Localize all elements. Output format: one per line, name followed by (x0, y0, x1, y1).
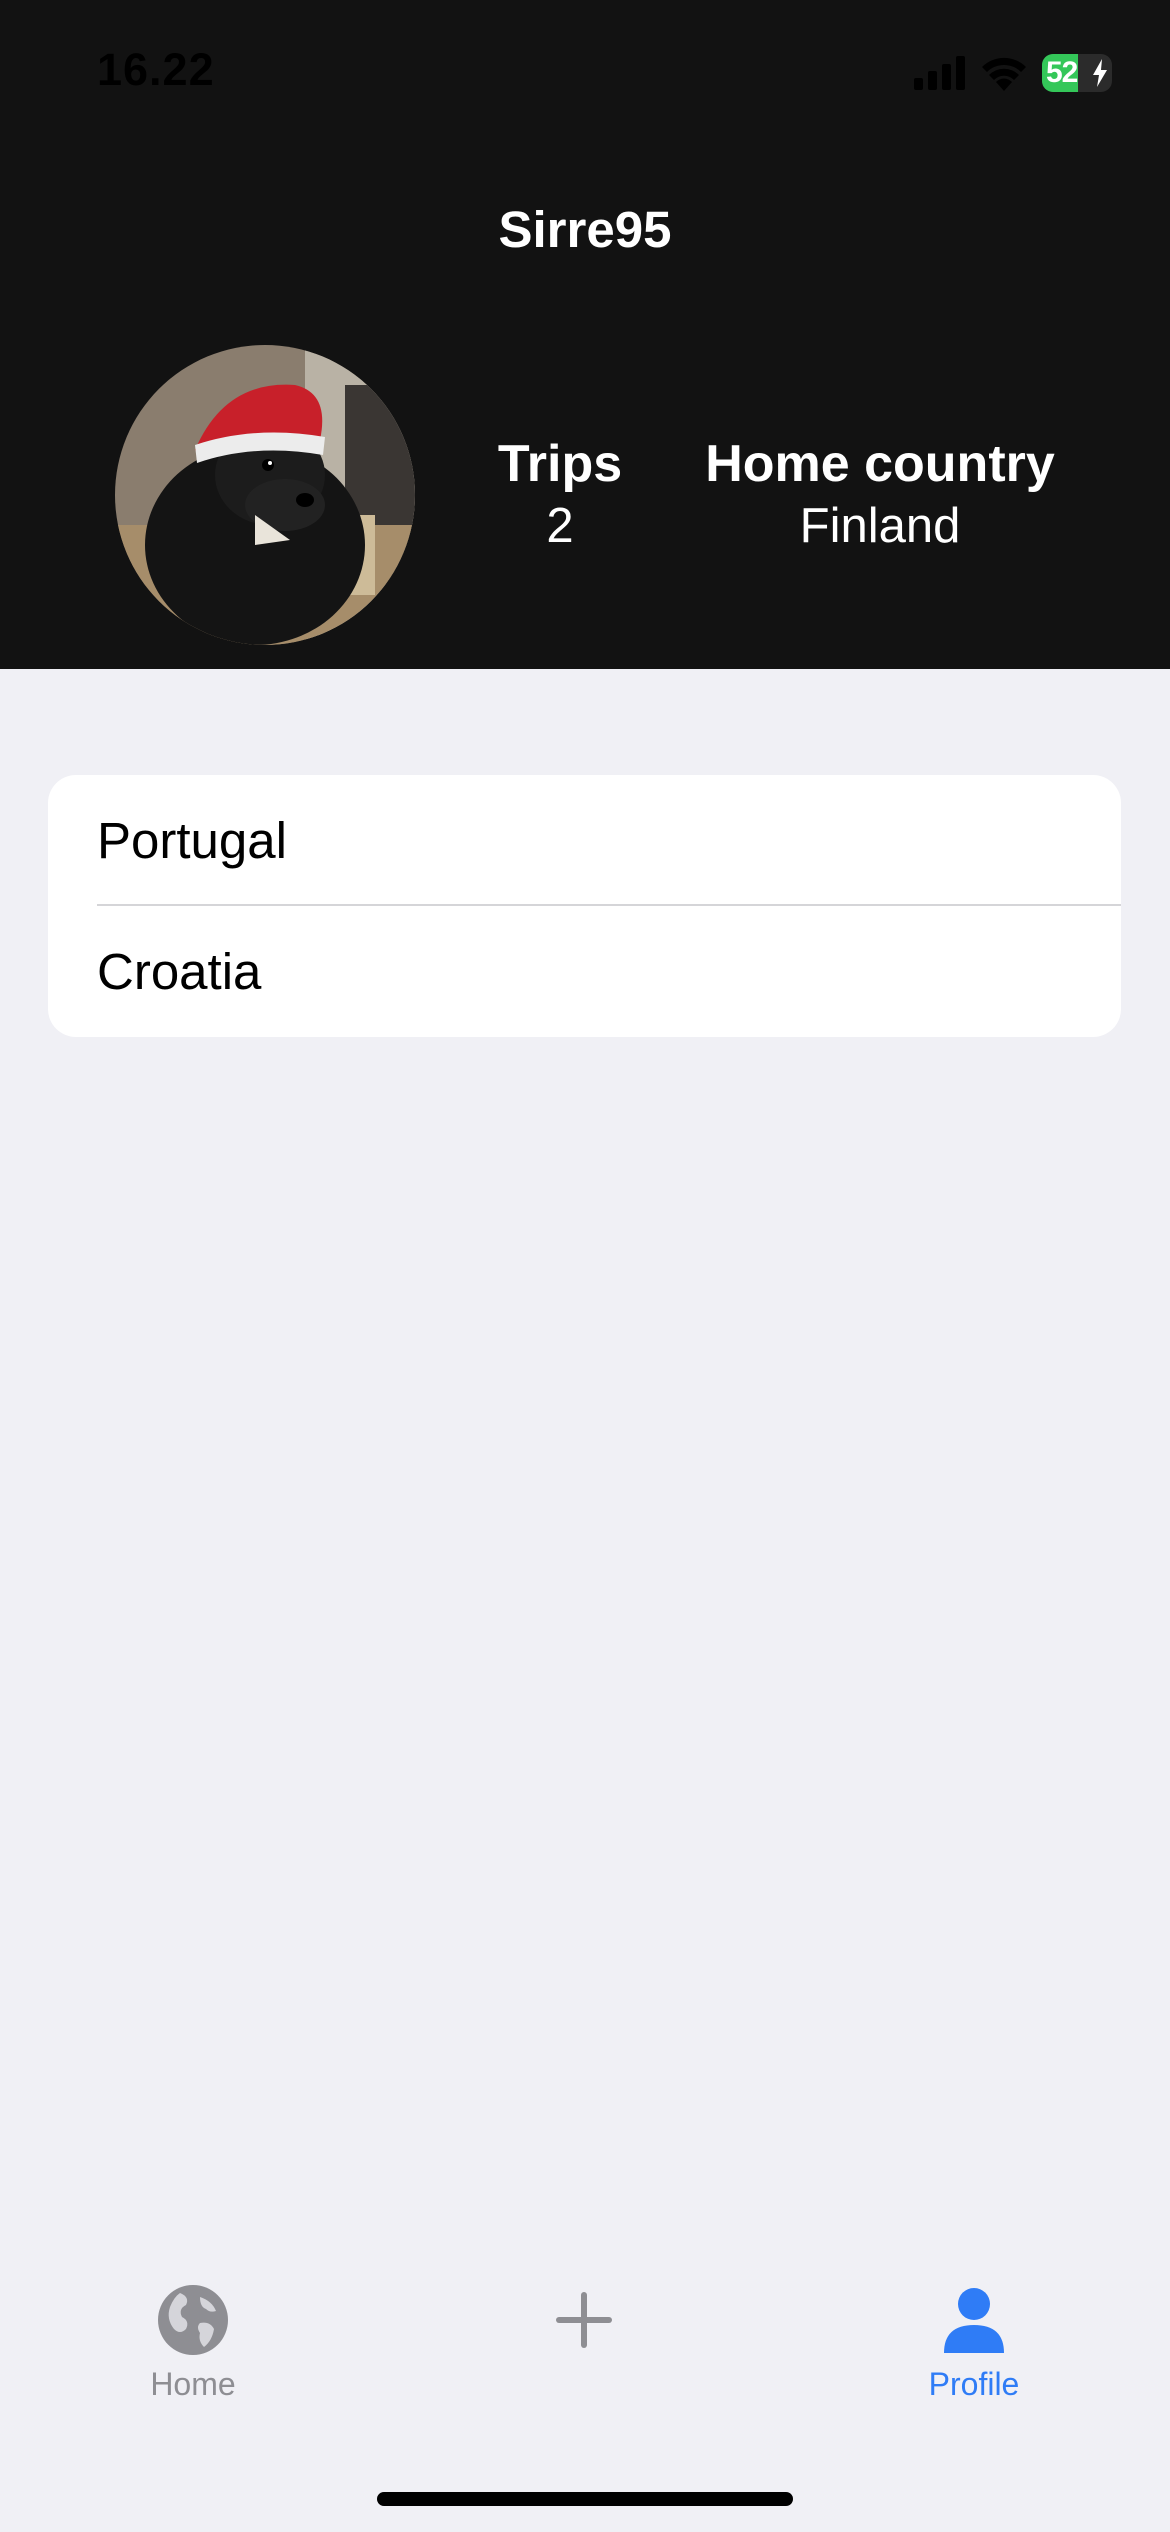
tab-bar: Home Profile (0, 2280, 1170, 2440)
home-country-label: Home country (705, 435, 1055, 493)
battery-level: 52 (1046, 56, 1078, 89)
tab-profile[interactable]: Profile (874, 2280, 1074, 2403)
status-icons: 52 (914, 48, 1112, 98)
profile-header: 16.22 52 Sirre95 Trips 2 Home country Fi… (0, 0, 1170, 669)
plus-icon (556, 2292, 612, 2348)
person-icon (944, 2288, 1004, 2353)
tab-add-trip[interactable] (484, 2280, 684, 2360)
globe-icon (158, 2285, 228, 2355)
tab-profile-label: Profile (928, 2366, 1020, 2402)
trips-list: Portugal Croatia (48, 775, 1121, 1037)
wifi-icon (982, 57, 1026, 91)
trips-count: 2 (546, 499, 574, 553)
list-item-portugal[interactable]: Portugal (48, 775, 1121, 906)
tab-home[interactable]: Home (93, 2280, 293, 2403)
cellular-signal-icon (914, 56, 965, 90)
page-title-username: Sirre95 (498, 201, 672, 258)
bolt-icon (1093, 59, 1107, 87)
home-country-stat: Home country Finland (690, 432, 1070, 556)
home-indicator (377, 2492, 793, 2506)
trips-label: Trips (497, 435, 623, 493)
avatar-photo (115, 345, 415, 645)
avatar[interactable] (115, 345, 415, 645)
home-country-value: Finland (799, 499, 961, 553)
list-item-croatia[interactable]: Croatia (48, 906, 1121, 1037)
trips-stat: Trips 2 (470, 432, 650, 556)
tab-home-label: Home (150, 2366, 236, 2402)
status-time: 16.22 (97, 44, 215, 95)
battery-charging-icon: 52 (1042, 54, 1112, 92)
